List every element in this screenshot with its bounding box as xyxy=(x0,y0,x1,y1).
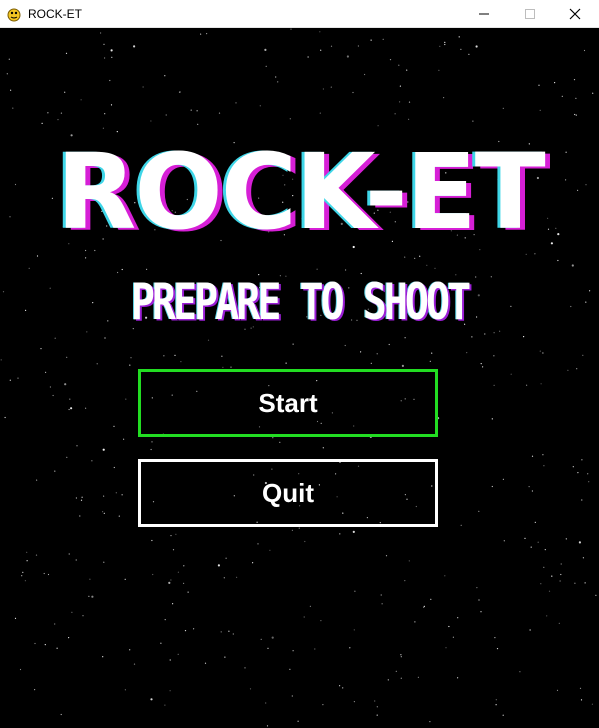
logo-title: ROCK-ET xyxy=(56,138,546,238)
maximize-icon xyxy=(525,9,535,19)
start-button[interactable]: Start xyxy=(138,369,438,437)
app-icon xyxy=(6,6,22,22)
window-titlebar: ROCK-ET xyxy=(0,0,599,28)
minimize-icon xyxy=(479,13,489,15)
start-button-label: Start xyxy=(258,387,318,418)
game-logo: ROCK-ET ROCK-ET ROCK-ET xyxy=(53,138,550,238)
quit-button[interactable]: Quit xyxy=(138,459,438,527)
minimize-button[interactable] xyxy=(461,0,507,28)
maximize-button[interactable] xyxy=(507,0,553,28)
close-icon xyxy=(569,8,581,20)
subtitle: PREPARE TO SHOOT xyxy=(130,274,471,332)
game-screen: ROCK-ET ROCK-ET ROCK-ET PREPARE TO SHOOT… xyxy=(0,28,599,728)
close-button[interactable] xyxy=(552,0,598,28)
quit-button-label: Quit xyxy=(262,477,314,508)
window-title: ROCK-ET xyxy=(28,7,82,21)
